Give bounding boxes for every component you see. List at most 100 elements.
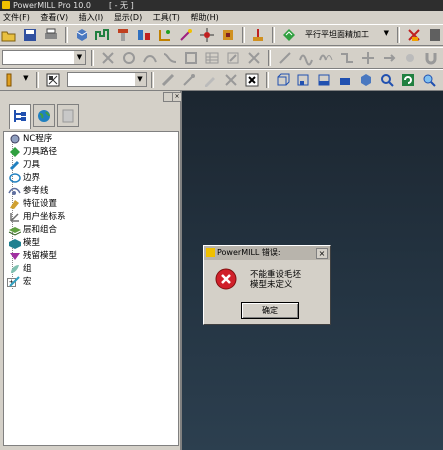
strategy-label[interactable]: 平行平坦面精加工 <box>301 28 373 42</box>
dialog-title: PowerMILL 错误: <box>217 248 281 257</box>
simulation-icon[interactable] <box>406 27 422 43</box>
rapid-move-icon[interactable] <box>94 27 110 43</box>
spline-icon[interactable] <box>298 50 314 66</box>
close-icon[interactable]: × <box>172 92 182 102</box>
toolbar-separator <box>90 50 94 66</box>
offset-icon[interactable] <box>318 50 334 66</box>
entity-selector[interactable]: ▼ <box>2 50 86 65</box>
toolbar-separator <box>267 50 271 66</box>
edit-tool-icon[interactable] <box>225 50 241 66</box>
clear-selection-icon[interactable] <box>100 50 116 66</box>
tree-item-tool[interactable]: 刀具 <box>8 159 40 172</box>
macro-icon <box>8 276 21 288</box>
tree-item-feature-set[interactable]: 特征设置 <box>8 198 57 211</box>
view-side-icon[interactable] <box>316 72 332 88</box>
ok-button[interactable]: 确定 <box>241 302 299 319</box>
powermill-app-icon <box>2 1 10 9</box>
error-icon <box>215 268 237 290</box>
feed-rate-icon[interactable] <box>136 27 152 43</box>
error-dialog: PowerMILL 错误: × 不能重设毛坯 模型未定义 确定 <box>203 245 331 325</box>
strategy-icon[interactable] <box>281 27 297 43</box>
tree-icon <box>10 110 28 127</box>
delete-tool-icon[interactable] <box>246 50 262 66</box>
menu-file[interactable]: 文件(F) <box>0 11 35 24</box>
boundary-tool-icon[interactable] <box>121 50 137 66</box>
powermill-app-icon <box>206 248 215 257</box>
tool-list-dropdown[interactable]: ▼ <box>20 72 31 87</box>
menu-tools[interactable]: 工具(T) <box>150 11 185 24</box>
block-icon[interactable] <box>74 27 90 43</box>
view-top-icon[interactable] <box>337 72 353 88</box>
tree-item-nc-program[interactable]: NC程序 <box>8 133 52 146</box>
explorer-tree: NC程序 刀具路径 刀具 边界 参考线 特征设置 用户坐标系 层和组合 模型 残… <box>3 131 179 446</box>
calculate-icon[interactable] <box>250 27 266 43</box>
tree-item-macro[interactable]: 宏 <box>8 276 32 289</box>
machine-icon[interactable] <box>427 27 443 43</box>
measure-icon[interactable] <box>160 72 176 88</box>
document-icon <box>58 109 76 127</box>
reverse-icon[interactable] <box>381 50 397 66</box>
menu-insert[interactable]: 插入(I) <box>76 11 109 24</box>
tab-explorer[interactable] <box>9 104 31 129</box>
window-project: [ - 无 ] <box>108 1 134 10</box>
tool-holder-icon[interactable] <box>115 27 131 43</box>
tool-list-icon[interactable] <box>1 72 17 88</box>
chevron-down-icon: ▼ <box>380 27 392 40</box>
menu-display[interactable]: 显示(D) <box>111 11 147 24</box>
tree-item-toolpath[interactable]: 刀具路径 <box>8 146 57 159</box>
menu-view[interactable]: 查看(V) <box>37 11 73 24</box>
probe-icon[interactable] <box>402 50 418 66</box>
magnet-icon[interactable] <box>423 50 439 66</box>
tree-item-group[interactable]: 组 <box>8 263 32 276</box>
shaded-view-icon[interactable] <box>358 72 374 88</box>
pen-icon[interactable] <box>202 72 218 88</box>
boundary-icon <box>8 172 21 184</box>
dialog-close-button[interactable]: × <box>316 248 328 259</box>
tree-item-boundary[interactable]: 边界 <box>8 172 40 185</box>
merge-icon[interactable] <box>339 50 355 66</box>
tree-item-levels[interactable]: 层和组合 <box>8 224 57 237</box>
workplane-icon <box>8 211 21 223</box>
stock-icon[interactable] <box>220 27 236 43</box>
tree-item-workplane[interactable]: 用户坐标系 <box>8 211 66 224</box>
toolbar-separator <box>396 27 400 43</box>
start-point-icon[interactable] <box>178 27 194 43</box>
view-front-icon[interactable] <box>295 72 311 88</box>
feature-tool-icon[interactable] <box>183 50 199 66</box>
view-iso-icon[interactable] <box>275 72 291 88</box>
dialog-message-line2: 模型未定义 <box>250 280 293 290</box>
pattern-tool-icon[interactable] <box>142 50 158 66</box>
transform-icon[interactable] <box>277 50 293 66</box>
leads-links-icon[interactable] <box>157 27 173 43</box>
tool-axis-icon[interactable] <box>199 27 215 43</box>
stock-model-icon <box>8 250 21 262</box>
tree-item-pattern[interactable]: 参考线 <box>8 185 49 198</box>
tree-item-stock-model[interactable]: 残留模型 <box>8 250 57 263</box>
zoom-fit-icon[interactable] <box>421 72 437 88</box>
split-icon[interactable] <box>360 50 376 66</box>
curve-tool-icon[interactable] <box>162 50 178 66</box>
tree-item-model[interactable]: 模型 <box>8 237 40 250</box>
menu-help[interactable]: 帮助(H) <box>187 11 223 24</box>
toolbar-separator <box>241 27 245 43</box>
tab-web[interactable] <box>33 104 55 127</box>
levels-icon <box>8 224 21 236</box>
workplane-selector[interactable]: ▼ <box>66 72 147 87</box>
strategy-dropdown[interactable]: ▼ <box>376 27 392 42</box>
flag-icon[interactable] <box>45 72 61 88</box>
title-bar: PowerMILL Pro 10.0 [ - 无 ] <box>0 0 443 11</box>
zoom-icon[interactable] <box>379 72 395 88</box>
view-close-icon[interactable] <box>244 72 260 88</box>
wizard-icon[interactable] <box>181 72 197 88</box>
model-icon <box>8 237 21 249</box>
erase-icon[interactable] <box>223 72 239 88</box>
toolbar-separator <box>272 27 276 43</box>
table-icon[interactable] <box>204 50 220 66</box>
toolbar-separator <box>151 72 155 88</box>
save-icon[interactable] <box>22 27 38 43</box>
print-icon[interactable] <box>43 27 59 43</box>
tab-other[interactable] <box>57 104 79 127</box>
explorer-tabs <box>0 102 180 130</box>
refresh-icon[interactable] <box>400 72 416 88</box>
open-folder-icon[interactable] <box>1 27 17 43</box>
